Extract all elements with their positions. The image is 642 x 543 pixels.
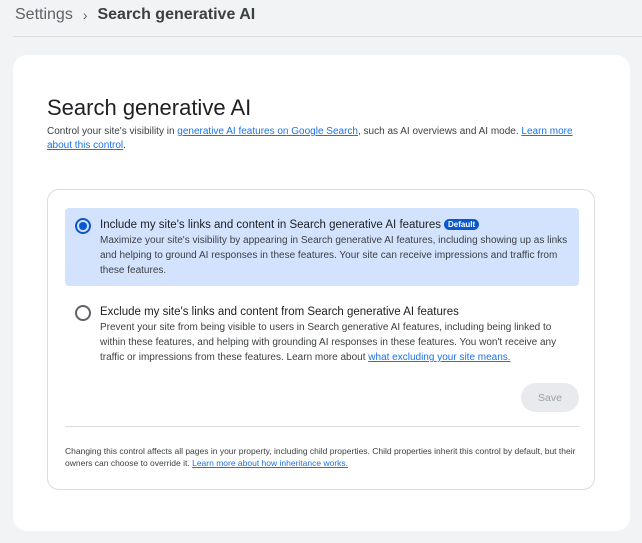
chevron-right-icon: › <box>82 7 88 23</box>
page-description: Control your site's visibility in genera… <box>47 125 592 153</box>
breadcrumb-settings-link[interactable]: Settings <box>15 6 73 24</box>
options-divider <box>65 426 579 427</box>
radio-include[interactable] <box>75 218 91 234</box>
breadcrumb: Settings › Search generative AI <box>15 6 255 24</box>
option-include-title-text: Include my site's links and content in S… <box>100 219 441 231</box>
option-exclude-description: Prevent your site from being visible to … <box>100 320 571 365</box>
excluding-site-means-link[interactable]: what excluding your site means. <box>368 352 510 363</box>
default-badge: Default <box>444 219 480 231</box>
inheritance-learn-more-link[interactable]: Learn more about how inheritance works. <box>192 458 348 468</box>
option-exclude-title: Exclude my site's links and content from… <box>100 306 459 318</box>
inheritance-note: Changing this control affects all pages … <box>65 445 585 469</box>
option-include-description: Maximize your site's visibility by appea… <box>100 235 568 276</box>
option-exclude-text: Exclude my site's links and content from… <box>100 305 571 365</box>
breadcrumb-current: Search generative AI <box>97 6 256 23</box>
option-include[interactable]: Include my site's links and content in S… <box>65 208 579 286</box>
save-button[interactable]: Save <box>521 383 579 412</box>
generative-ai-features-link[interactable]: generative AI features on Google Search <box>177 126 358 137</box>
header-divider <box>13 36 642 37</box>
description-text: Control your site's visibility in <box>47 126 178 137</box>
page-title: Search generative AI <box>47 95 252 120</box>
settings-card: Search generative AI Control your site's… <box>13 55 630 531</box>
visibility-options-panel: Include my site's links and content in S… <box>47 189 595 490</box>
description-text-mid: , such as AI overviews and AI mode. <box>357 126 522 137</box>
option-include-text: Include my site's links and content in S… <box>100 218 571 278</box>
option-include-title: Include my site's links and content in S… <box>100 218 571 232</box>
description-text-end: . <box>123 140 126 151</box>
radio-exclude[interactable] <box>75 305 91 321</box>
option-exclude[interactable]: Exclude my site's links and content from… <box>65 295 579 365</box>
